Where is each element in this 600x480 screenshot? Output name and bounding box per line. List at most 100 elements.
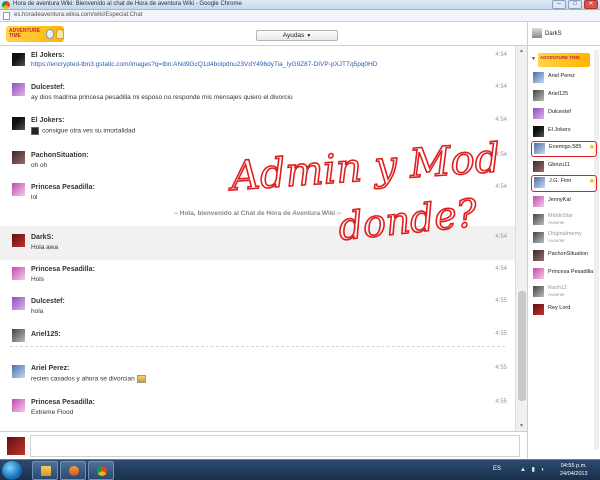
user-list-item[interactable]: MiddnStar Ausente xyxy=(531,213,597,227)
chat-message: Dulcestef: 4:55 hola xyxy=(0,294,515,320)
chat-message: Princesa Pesadilla: 4:54 Hols xyxy=(0,262,515,288)
message-author[interactable]: Princesa Pesadilla: xyxy=(31,266,95,273)
message-text: Hols xyxy=(31,276,45,283)
user-list-item[interactable]: Rey Lord xyxy=(531,303,597,317)
message-author[interactable]: El Jokers: xyxy=(31,52,64,59)
message-author[interactable]: Dulcestef: xyxy=(31,84,65,91)
avatar[interactable] xyxy=(12,234,25,247)
system-tray-icons[interactable]: ▲ ▮ ◖ xyxy=(520,466,546,473)
chrome-icon xyxy=(2,1,10,9)
message-link[interactable]: https://encrypted-tbn3.gstatic.com/image… xyxy=(31,61,377,68)
avatar xyxy=(533,90,544,101)
chat-message: Princesa Pesadilla: 4:55 Extreme Flood xyxy=(0,394,515,422)
media-player-icon xyxy=(69,466,79,476)
user-list-item[interactable]: Gbrizu11 xyxy=(531,160,597,174)
message-time: 4:54 xyxy=(495,117,507,123)
help-dropdown[interactable]: Ayudas ▼ xyxy=(256,30,338,41)
avatar[interactable] xyxy=(12,329,25,342)
message-text: recien casados y ahora se divorcian xyxy=(31,375,135,383)
user-name: Ariel125 xyxy=(548,91,569,97)
avatar[interactable] xyxy=(12,83,25,96)
admin-star-icon: ★ xyxy=(588,144,595,151)
user-list-item[interactable]: Princesa Pesadilla xyxy=(531,267,597,281)
avatar[interactable] xyxy=(12,117,25,130)
user-list-item-mod[interactable]: J.G. Finn ★ xyxy=(531,175,597,192)
user-name: Gbrizu11 xyxy=(548,162,570,168)
message-author[interactable]: Ariel125: xyxy=(31,331,61,338)
user-list-item[interactable]: Rash12 Ausente xyxy=(531,285,597,299)
minimize-button[interactable]: – xyxy=(552,0,566,9)
user-list-item[interactable]: PachonSituation xyxy=(531,249,597,263)
avatar xyxy=(533,126,544,137)
window-controls: – □ ✕ xyxy=(552,0,598,9)
language-indicator[interactable]: ES xyxy=(493,466,501,472)
taskbar-explorer[interactable] xyxy=(32,461,58,480)
star-icon: ★ xyxy=(588,178,595,185)
avatar[interactable] xyxy=(12,151,25,164)
avatar xyxy=(533,196,544,207)
user-name: Princesa Pesadilla xyxy=(548,269,594,275)
close-button[interactable]: ✕ xyxy=(584,0,598,9)
message-text: ay dios madrina princesa pesadilla mi es… xyxy=(31,94,293,101)
message-author[interactable]: Princesa Pesadilla: xyxy=(31,184,95,191)
user-list-item[interactable]: Ariel125 xyxy=(531,89,597,103)
chat-message: Dulcestef: 4:54 ay dios madrina princesa… xyxy=(0,80,515,106)
message-time: 4:54 xyxy=(495,52,507,58)
message-input[interactable] xyxy=(30,435,520,457)
user-list-item[interactable]: Originalmemy Ausente xyxy=(531,231,597,245)
message-author[interactable]: Ariel Perez: xyxy=(31,365,70,372)
avatar[interactable] xyxy=(532,28,542,38)
emoticon-icon xyxy=(31,127,39,135)
chat-message: El Jokers: 4:54 https://encrypted-tbn3.g… xyxy=(0,48,515,74)
page-icon xyxy=(3,12,10,20)
message-author[interactable]: Dulcestef: xyxy=(31,298,65,305)
folder-icon xyxy=(41,466,51,476)
message-author[interactable]: DarkS: xyxy=(31,234,54,241)
message-text: lol xyxy=(31,194,38,201)
start-button[interactable] xyxy=(2,461,22,480)
message-author[interactable]: PachonSituation: xyxy=(31,152,89,159)
avatar[interactable] xyxy=(12,399,25,412)
scroll-down-icon[interactable]: ▼ xyxy=(519,423,524,429)
message-author[interactable]: El Jokers: xyxy=(31,117,64,124)
user-list-item[interactable]: El Jokers xyxy=(531,125,597,139)
taskbar-chrome[interactable] xyxy=(88,461,114,480)
scroll-up-icon[interactable]: ▲ xyxy=(519,48,524,54)
chat-message: DarkS: 4:54 Hola awa xyxy=(0,226,515,260)
user-list-item[interactable]: Ariel Perez xyxy=(531,71,597,85)
taskbar-media-player[interactable] xyxy=(60,461,86,480)
chevron-down-icon[interactable]: ▼ xyxy=(531,56,536,62)
current-user-name: DarkS xyxy=(545,31,562,37)
message-time: 4:55 xyxy=(495,365,507,371)
scrollbar-thumb[interactable] xyxy=(518,291,526,401)
room-logo[interactable]: ADVENTURE TIME xyxy=(538,53,590,67)
finn-logo-icon xyxy=(46,29,55,39)
user-list-item[interactable]: JennyKat xyxy=(531,195,597,209)
message-time: 4:55 xyxy=(495,298,507,304)
avatar xyxy=(533,232,544,243)
avatar[interactable] xyxy=(12,267,25,280)
chat-scrollbar[interactable]: ▲ ▼ xyxy=(515,46,527,431)
user-list-item[interactable]: Dulcestef xyxy=(531,107,597,121)
avatar xyxy=(534,143,545,154)
avatar[interactable] xyxy=(12,183,25,196)
url-text[interactable]: es.horadeaventura.wikia.com/wiki/Especia… xyxy=(14,12,142,18)
message-text: hola xyxy=(31,308,44,315)
taskbar: ES ▲ ▮ ◖ 04:55 p.m. 24/04/2013 xyxy=(0,459,600,480)
user-list-item-admin[interactable]: Enemigo.585 ★ xyxy=(531,141,597,157)
user-name: Rash12 xyxy=(548,285,567,291)
user-name: Dulcestef xyxy=(548,109,571,115)
away-status: Ausente xyxy=(548,220,565,225)
avatar[interactable] xyxy=(12,365,25,378)
message-author[interactable]: Princesa Pesadilla: xyxy=(31,399,95,406)
maximize-button[interactable]: □ xyxy=(568,0,582,9)
message-time: 4:55 xyxy=(495,399,507,405)
avatar[interactable] xyxy=(12,297,25,310)
clock[interactable]: 04:55 p.m. 24/04/2013 xyxy=(560,462,588,478)
user-list: ▼ ADVENTURE TIME Ariel Perez Ariel125 Du… xyxy=(527,46,600,459)
wiki-logo[interactable]: ADVENTURE TIME xyxy=(6,26,64,42)
avatar[interactable] xyxy=(12,53,25,66)
chat-message: Ariel125: 4:55 xyxy=(0,326,515,346)
address-bar[interactable]: es.horadeaventura.wikia.com/wiki/Especia… xyxy=(0,10,600,22)
window-title: Hora de aventura Wiki: Bienvenido al cha… xyxy=(13,1,242,7)
